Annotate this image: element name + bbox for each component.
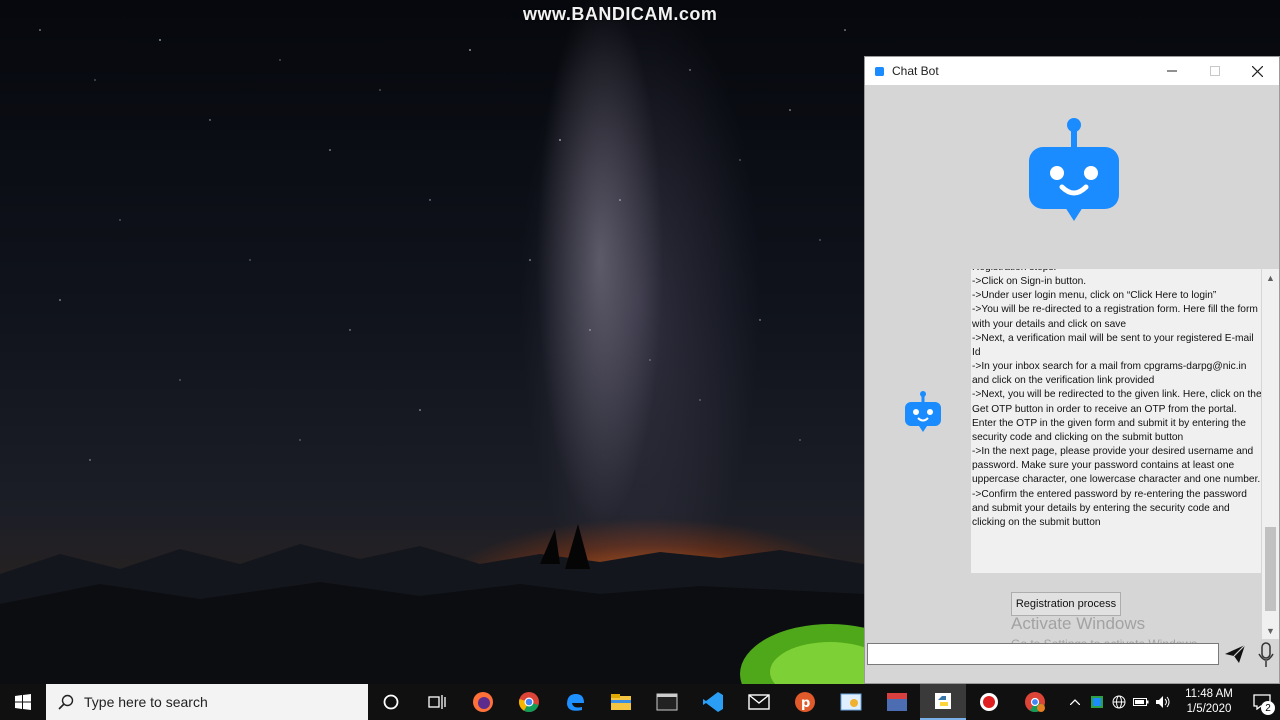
taskbar-devcpp[interactable]: [874, 684, 920, 720]
registration-process-button[interactable]: Registration process: [1011, 592, 1121, 616]
chrome-icon: [519, 692, 539, 713]
taskbar-paint[interactable]: [828, 684, 874, 720]
system-tray: 11:48 AM 1/5/2020 2: [1064, 684, 1280, 720]
language-button[interactable]: [1108, 684, 1130, 720]
window-title: Chat Bot: [892, 64, 939, 78]
maximize-button[interactable]: [1193, 57, 1236, 85]
start-button[interactable]: [0, 684, 46, 720]
microphone-icon: [1258, 642, 1274, 667]
battery-button[interactable]: [1130, 684, 1152, 720]
notification-badge: 2: [1261, 701, 1275, 715]
volume-icon: [1156, 696, 1170, 708]
taskbar-postman[interactable]: p: [782, 684, 828, 720]
bot-avatar-icon: [905, 391, 941, 432]
taskbar-firefox[interactable]: [460, 684, 506, 720]
cortana-button[interactable]: [368, 684, 414, 720]
taskbar-file-explorer[interactable]: [598, 684, 644, 720]
windows-logo-icon: [15, 694, 31, 710]
bandicam-watermark: www.BANDICAM.com: [523, 4, 718, 24]
chat-bot-window: Chat Bot Registratio: [864, 56, 1280, 684]
search-icon: [58, 694, 74, 710]
firefox-icon: [473, 692, 493, 712]
taskbar-edge[interactable]: [552, 684, 598, 720]
tray-app-icon: [1091, 696, 1103, 708]
scroll-thumb[interactable]: [1265, 527, 1276, 611]
maximize-icon: [1209, 66, 1220, 76]
clock-date: 1/5/2020: [1186, 703, 1232, 715]
terminal-icon: [656, 693, 678, 711]
chatbot-logo-icon: [1029, 118, 1119, 221]
battery-icon: [1133, 698, 1149, 706]
python-icon: [935, 693, 951, 709]
mail-icon: [748, 694, 770, 710]
taskbar-mail[interactable]: [736, 684, 782, 720]
chat-scrollbar[interactable]: ▲ ▼: [1262, 269, 1279, 639]
input-row: [865, 639, 1279, 683]
record-icon: [980, 693, 998, 711]
edge-icon: [567, 694, 584, 711]
taskbar-record[interactable]: [966, 684, 1012, 720]
taskbar: Type here to search p 11:48 AM 1/5/2020 …: [0, 684, 1280, 720]
clock-time: 11:48 AM: [1185, 688, 1233, 700]
file-explorer-icon: [611, 694, 631, 710]
task-view-icon: [428, 695, 446, 709]
chrome-profile-icon: [1025, 692, 1045, 713]
bot-message-bubble: Registration steps: ->Click on Sign-in b…: [971, 269, 1261, 573]
paint-icon: [840, 693, 862, 711]
activate-windows-title: Activate Windows: [1011, 614, 1146, 633]
vscode-icon: [703, 692, 723, 712]
scroll-up-icon[interactable]: ▲: [1262, 269, 1279, 286]
svg-text:p: p: [801, 696, 810, 711]
taskbar-clock[interactable]: 11:48 AM 1/5/2020: [1174, 687, 1244, 717]
action-center-button[interactable]: 2: [1244, 684, 1280, 720]
bot-message-text: Registration steps: ->Click on Sign-in b…: [972, 269, 1261, 528]
chat-input[interactable]: [867, 643, 1219, 665]
devcpp-icon: [887, 693, 907, 711]
chevron-up-icon: [1070, 699, 1080, 705]
task-view-button[interactable]: [414, 684, 460, 720]
minimize-icon: [1166, 70, 1177, 72]
app-icon: [875, 66, 884, 76]
taskbar-terminal[interactable]: [644, 684, 690, 720]
send-icon: [1225, 644, 1246, 663]
taskbar-chrome[interactable]: [506, 684, 552, 720]
volume-button[interactable]: [1152, 684, 1174, 720]
taskbar-chrome-profile[interactable]: [1012, 684, 1058, 720]
tray-app[interactable]: [1086, 684, 1108, 720]
microphone-button[interactable]: [1254, 640, 1278, 670]
taskbar-vscode[interactable]: [690, 684, 736, 720]
close-icon: [1252, 65, 1263, 77]
send-button[interactable]: [1222, 641, 1248, 667]
scroll-down-icon[interactable]: ▼: [1262, 622, 1279, 639]
close-button[interactable]: [1236, 57, 1279, 85]
minimize-button[interactable]: [1150, 57, 1193, 85]
search-placeholder: Type here to search: [84, 694, 208, 710]
taskbar-search[interactable]: Type here to search: [46, 684, 368, 720]
globe-icon: [1112, 695, 1126, 709]
show-hidden-icons[interactable]: [1064, 684, 1086, 720]
title-bar[interactable]: Chat Bot: [865, 57, 1279, 85]
cortana-icon: [383, 694, 399, 710]
taskbar-python[interactable]: [920, 684, 966, 720]
postman-icon: p: [795, 692, 815, 712]
